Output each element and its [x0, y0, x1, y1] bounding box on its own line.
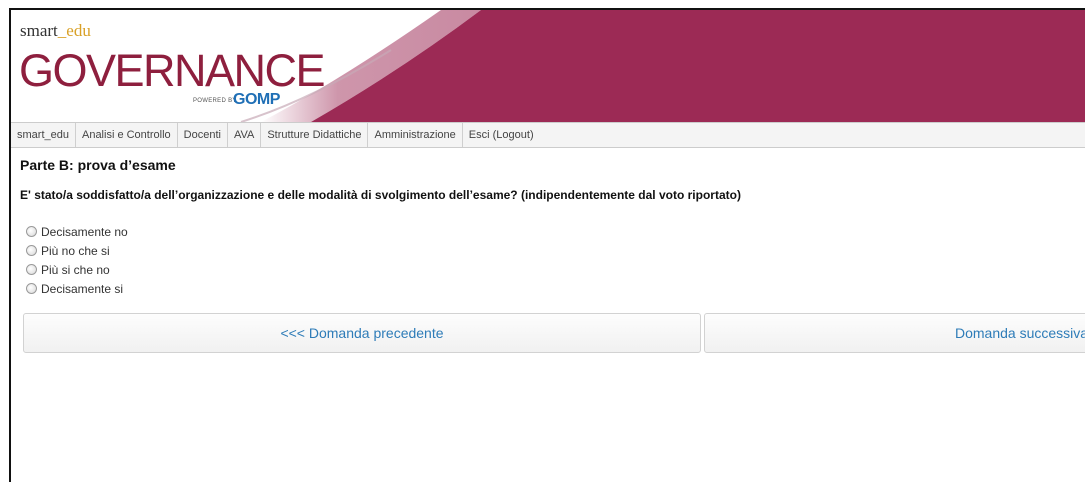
question-text: E' stato/a soddisfatto/a dell’organizzaz… — [20, 188, 741, 202]
option-decisamente-no[interactable]: Decisamente no — [26, 222, 1085, 241]
radio-button[interactable] — [26, 283, 37, 294]
nav-item-ava[interactable]: AVA — [228, 123, 262, 147]
logo-small-prefix: smart — [20, 21, 58, 40]
option-piu-no-che-si[interactable]: Più no che si — [26, 241, 1085, 260]
nav-item-amministrazione[interactable]: Amministrazione — [368, 123, 463, 147]
powered-by-label: POWERED BY — [193, 98, 237, 104]
nav-item-smart-edu[interactable]: smart_edu — [11, 123, 76, 147]
nav-item-logout[interactable]: Esci (Logout) — [463, 123, 540, 147]
radio-button[interactable] — [26, 264, 37, 275]
option-decisamente-si[interactable]: Decisamente si — [26, 279, 1085, 298]
option-label: Decisamente si — [41, 281, 124, 296]
option-label: Più no che si — [41, 243, 110, 258]
gomp-logo: GOMP — [233, 91, 280, 108]
option-piu-si-che-no[interactable]: Più si che no — [26, 260, 1085, 279]
nav-item-strutture-didattiche[interactable]: Strutture Didattiche — [261, 123, 369, 147]
header: smart_edu GOVERNANCE POWERED BY GOMP — [11, 10, 1085, 122]
next-question-label: Domanda successiva — [955, 325, 1085, 341]
option-label: Più si che no — [41, 262, 110, 277]
nav-item-analisi-controllo[interactable]: Analisi e Controllo — [76, 123, 178, 147]
app-frame: smart_edu GOVERNANCE POWERED BY GOMP sma… — [9, 8, 1085, 482]
previous-question-button[interactable]: <<< Domanda precedente — [23, 313, 701, 353]
logo-small-underscore: _ — [57, 21, 67, 40]
answer-options: Decisamente no Più no che si Più si che … — [26, 222, 1085, 298]
section-title: Parte B: prova d’esame — [20, 157, 176, 173]
logo-governance: GOVERNANCE — [19, 45, 326, 96]
logo-small: smart_edu — [20, 21, 91, 41]
navigation-buttons: <<< Domanda precedente Domanda successiv… — [11, 313, 1085, 353]
option-label: Decisamente no — [41, 224, 128, 239]
main-nav: smart_edu Analisi e Controllo Docenti AV… — [11, 122, 1085, 148]
next-question-button[interactable]: Domanda successiva — [704, 313, 1085, 353]
nav-item-docenti[interactable]: Docenti — [178, 123, 228, 147]
radio-button[interactable] — [26, 226, 37, 237]
logo-small-suffix: edu — [66, 21, 91, 40]
radio-button[interactable] — [26, 245, 37, 256]
